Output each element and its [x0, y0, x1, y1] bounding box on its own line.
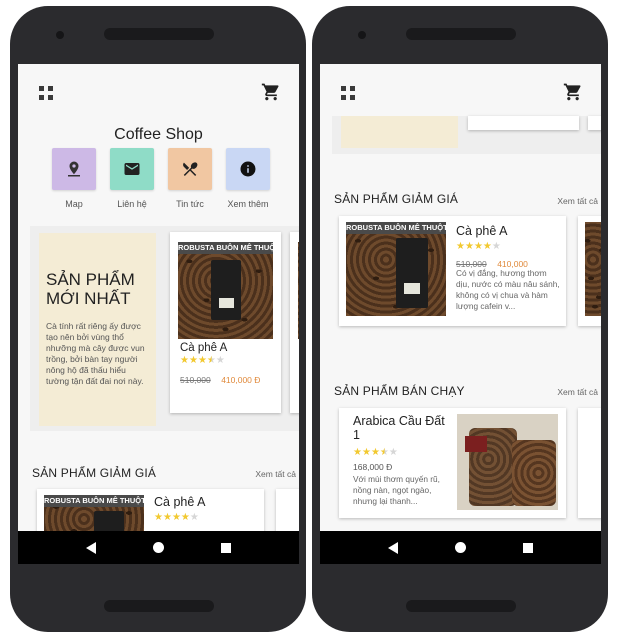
- category-label: Liên hệ: [117, 199, 147, 209]
- back-icon[interactable]: [388, 541, 399, 554]
- product-name: Cà phê A: [456, 224, 508, 238]
- product-rating: ★★★★★: [456, 241, 501, 252]
- product-rating: ★★★★★: [154, 512, 199, 523]
- map-pin-icon: [68, 161, 80, 177]
- earpiece: [104, 28, 214, 40]
- category-news-tile[interactable]: [168, 148, 212, 190]
- discount-see-all-link[interactable]: Xem tất cả: [255, 469, 296, 479]
- fork-knife-icon: [183, 162, 198, 176]
- product-rating: ★★★★★: [180, 355, 225, 366]
- back-icon[interactable]: [86, 541, 97, 554]
- front-camera: [56, 31, 64, 39]
- new-products-description: Cà tính rất riêng ấy được tạo nên bởi vù…: [46, 321, 145, 386]
- product-image-banner: ROBUSTA BUÔN MÊ THUỘT: [178, 242, 273, 254]
- phone-left: Coffee Shop Map Liên hệ Tin tức Xem thêm…: [10, 6, 306, 632]
- new-products-banner: SẢN PHẨM MỚI NHẤT Cà tính rất riêng ấy đ…: [39, 233, 156, 426]
- category-row: Map Liên hệ Tin tức Xem thêm: [52, 148, 270, 209]
- cart-icon[interactable]: [563, 82, 583, 102]
- product-price: 168,000 Đ: [353, 462, 393, 472]
- discount-see-all-link[interactable]: Xem tất cả: [557, 196, 598, 206]
- sale-price: 410,000 Đ: [221, 375, 261, 385]
- product-image: ROBUSTA BUÔN MÊ THUỘT: [346, 222, 446, 316]
- new-products-title: SẢN PHẨM MỚI NHẤT: [46, 270, 135, 308]
- bestseller-see-all-link[interactable]: Xem tất cả: [557, 387, 598, 397]
- app-header: [18, 64, 299, 116]
- category-more[interactable]: Xem thêm: [226, 148, 270, 209]
- category-more-tile[interactable]: [226, 148, 270, 190]
- info-icon: [240, 161, 256, 177]
- next-product-card[interactable]: [290, 232, 299, 413]
- product-description: Với mùi thơm quyến rũ, nồng nàn, ngọt ng…: [353, 474, 440, 506]
- speaker-grille: [104, 600, 214, 612]
- bestseller-product-card[interactable]: Arabica Cầu Đất 1 ★★★★★ 168,000 Đ Với mù…: [339, 408, 566, 518]
- recent-apps-icon[interactable]: [220, 542, 231, 553]
- discount-section-title: SẢN PHẨM GIẢM GIÁ: [32, 466, 157, 480]
- grid-menu-icon[interactable]: [341, 86, 355, 100]
- product-image: [457, 414, 558, 510]
- discount-section-title: SẢN PHẨM GIẢM GIÁ: [334, 192, 459, 206]
- new-products-section-tail: [332, 116, 601, 154]
- android-nav-bar: [18, 531, 299, 564]
- product-image-banner: ROBUSTA BUÔN MÊ THUỘT: [346, 222, 446, 234]
- shop-title: Coffee Shop: [114, 126, 203, 143]
- category-label: Xem thêm: [227, 199, 269, 209]
- android-nav-bar: [320, 531, 601, 564]
- product-rating: ★★★★★: [353, 447, 398, 458]
- next-bestseller-card[interactable]: [578, 408, 601, 518]
- product-name: Cà phê A: [180, 342, 228, 354]
- home-icon[interactable]: [152, 542, 164, 553]
- product-description: Có vị đắng, hương thơm dịu, nước có màu …: [456, 268, 560, 311]
- discount-product-card[interactable]: ROBUSTA BUÔN MÊ THUỘT Cà phê A ★★★★★ 510…: [339, 216, 566, 326]
- speaker-grille: [406, 600, 516, 612]
- mail-icon: [124, 163, 140, 175]
- product-image-banner: ROBUSTA BUÔN MÊ THUỘT: [44, 495, 144, 507]
- category-label: Map: [65, 199, 83, 209]
- category-map-tile[interactable]: [52, 148, 96, 190]
- stage: Coffee Shop Map Liên hệ Tin tức Xem thêm…: [0, 0, 619, 639]
- home-icon[interactable]: [454, 542, 466, 553]
- category-map[interactable]: Map: [52, 148, 96, 209]
- category-label: Tin tức: [176, 199, 204, 209]
- category-contact[interactable]: Liên hệ: [110, 148, 154, 209]
- cart-icon[interactable]: [261, 82, 281, 102]
- phone-right: SẢN PHẨM GIẢM GIÁ Xem tất cả ROBUSTA BUÔ…: [312, 6, 608, 632]
- next-discount-card[interactable]: [578, 216, 601, 326]
- new-product-card[interactable]: ROBUSTA BUÔN MÊ THUỘT Cà phê A ★★★★★ 510…: [170, 232, 281, 413]
- app-screen-scrolled: SẢN PHẨM GIẢM GIÁ Xem tất cả ROBUSTA BUÔ…: [320, 64, 601, 564]
- app-header: [320, 64, 601, 116]
- new-products-section: SẢN PHẨM MỚI NHẤT Cà tính rất riêng ấy đ…: [30, 226, 299, 431]
- product-name: Cà phê A: [154, 495, 206, 509]
- bestseller-section-title: SẢN PHẨM BÁN CHẠY: [334, 384, 465, 398]
- grid-menu-icon[interactable]: [39, 86, 53, 100]
- app-screen: Coffee Shop Map Liên hệ Tin tức Xem thêm…: [18, 64, 299, 564]
- old-price: 510,000: [180, 375, 211, 385]
- earpiece: [406, 28, 516, 40]
- front-camera: [358, 31, 366, 39]
- recent-apps-icon[interactable]: [522, 542, 533, 553]
- product-image: ROBUSTA BUÔN MÊ THUỘT: [178, 242, 273, 339]
- category-news[interactable]: Tin tức: [168, 148, 212, 209]
- category-contact-tile[interactable]: [110, 148, 154, 190]
- product-name: Arabica Cầu Đất 1: [353, 414, 445, 442]
